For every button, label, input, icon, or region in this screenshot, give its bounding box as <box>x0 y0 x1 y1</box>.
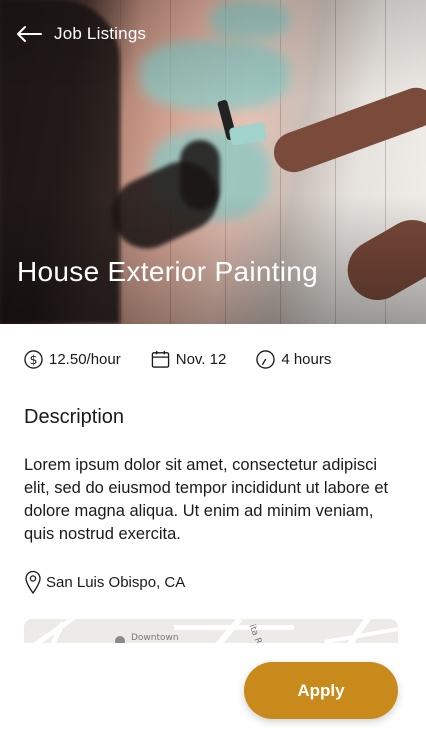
duration-item: 4 hours <box>256 350 331 369</box>
location-map[interactable]: Downtown ita Rosa <box>24 619 398 643</box>
dollar-icon: $ <box>24 350 43 369</box>
location-row: San Luis Obispo, CA <box>24 570 185 594</box>
svg-text:$: $ <box>30 353 38 367</box>
rate-text: 12.50/hour <box>49 351 121 368</box>
map-marker-icon <box>115 636 125 643</box>
back-arrow-icon[interactable] <box>16 22 42 46</box>
clock-icon <box>256 350 276 369</box>
location-text: San Luis Obispo, CA <box>46 573 186 591</box>
description-body: Lorem ipsum dolor sit amet, consectetur … <box>24 456 389 543</box>
map-label-downtown: Downtown <box>131 633 179 643</box>
back-link-label[interactable]: Job Listings <box>54 24 146 44</box>
location-pin-icon <box>25 570 41 594</box>
apply-button[interactable]: Apply <box>244 662 398 719</box>
date-text: Nov. 12 <box>175 351 227 368</box>
job-title: House Exterior Painting <box>17 256 319 287</box>
duration-text: 4 hours <box>281 351 332 368</box>
job-meta: $ 12.50/hour Nov. 12 4 hours <box>24 350 331 369</box>
calendar-icon <box>151 350 169 368</box>
rate-item: $ 12.50/hour <box>24 350 121 369</box>
top-nav: Job Listings <box>16 22 146 46</box>
description-heading: Description <box>24 406 125 428</box>
date-item: Nov. 12 <box>151 350 227 369</box>
